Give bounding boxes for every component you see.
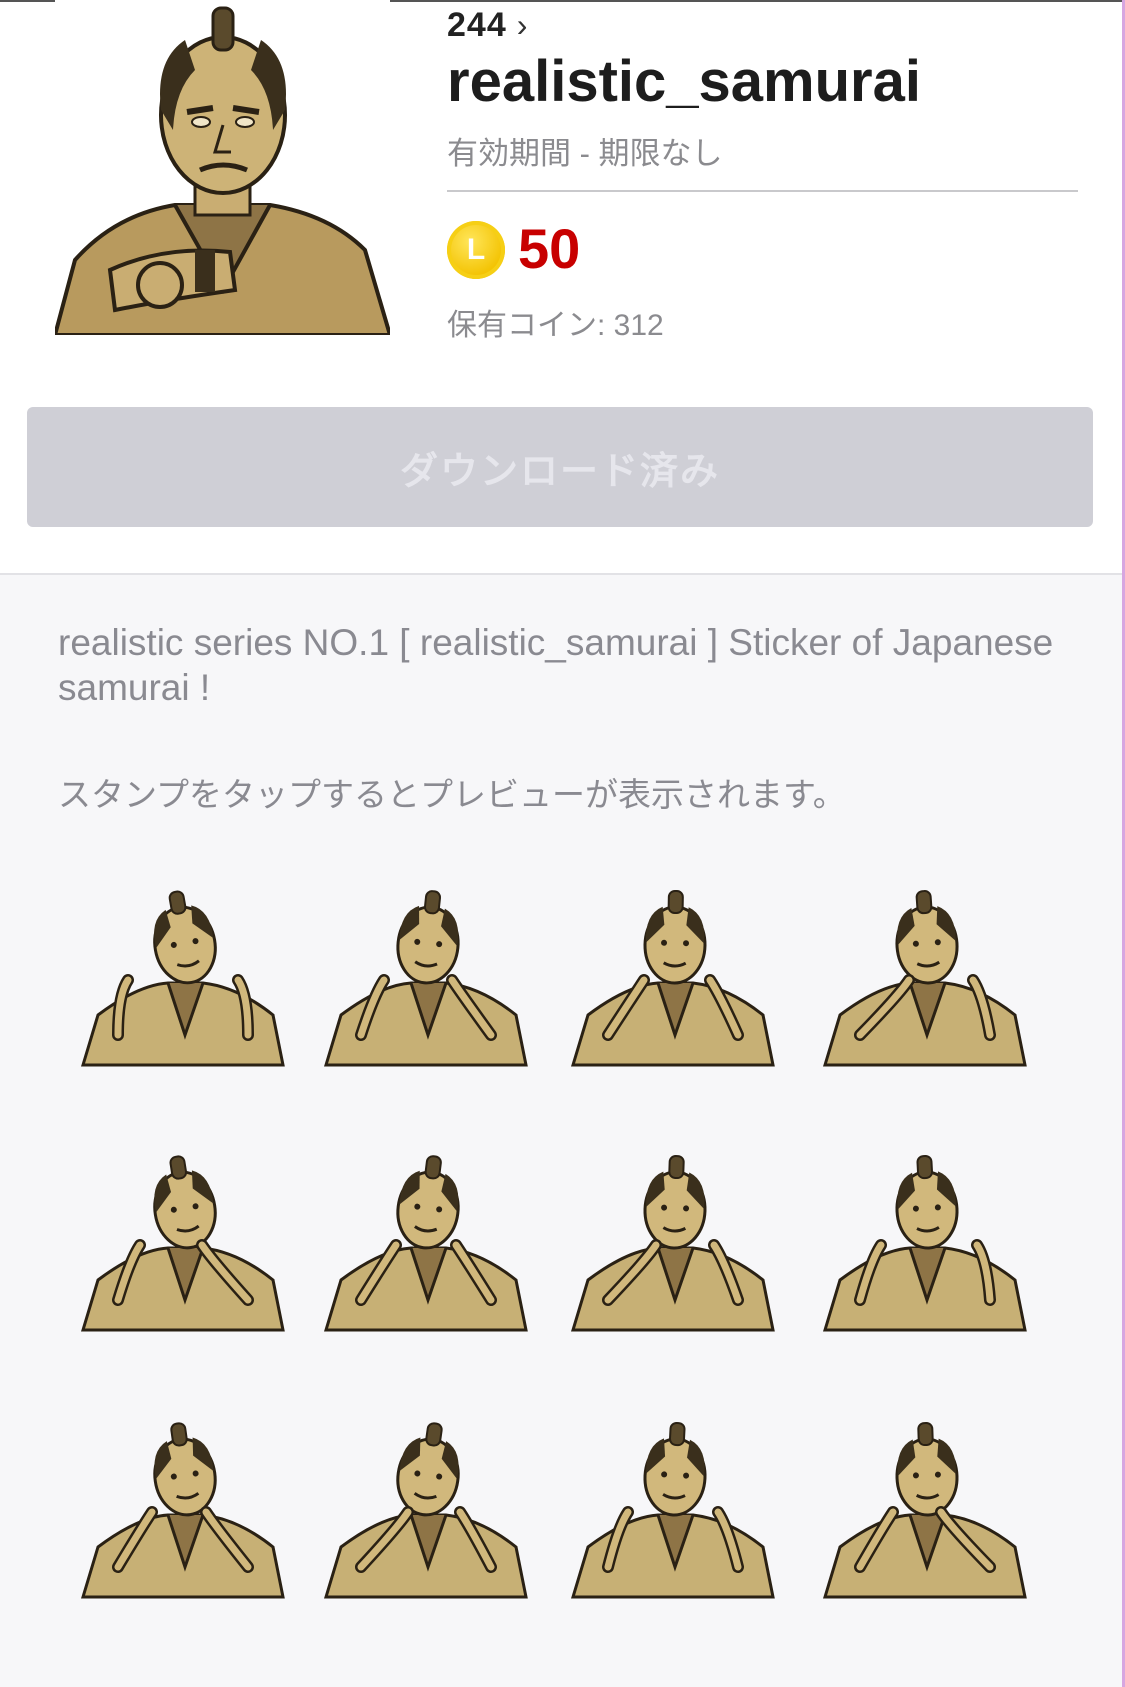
sticker-phone-shock[interactable] [820,1417,1030,1602]
sticker-hands-up-stop[interactable] [568,1150,778,1335]
price: 50 [518,217,581,280]
owned-coins: 保有コイン: 312 [447,309,664,342]
sticker-fists-ready[interactable] [78,1150,288,1335]
sticker-shrug[interactable] [820,1150,1030,1335]
sticker-sword-grimace[interactable] [568,1417,778,1602]
sticker-hands-up-surprised[interactable] [321,1417,531,1602]
sticker-holding-sword[interactable] [820,885,1030,1070]
preview-hint: スタンプをタップするとプレビューが表示されます。 [58,776,846,813]
line-coin-icon: L [447,221,505,279]
validity-period: 有効期間 - 期限なし [447,136,723,171]
download-button[interactable]: ダウンロード済み [27,407,1093,527]
sticker-count[interactable]: 244 › [447,6,528,45]
sticker-arms-crossed-glare[interactable] [78,885,288,1070]
package-title: realistic_samurai [447,49,921,114]
header-divider [447,190,1078,192]
chevron-right-icon: › [516,7,529,43]
package-thumbnail [55,0,390,335]
sticker-crossed-arms-no[interactable] [78,1417,288,1602]
coin-letter: L [466,233,486,266]
sticker-count-value: 244 [447,6,507,44]
sticker-gesturing-smile[interactable] [321,885,531,1070]
sticker-pointing-laugh[interactable] [321,1150,531,1335]
sticker-scratching-head[interactable] [568,885,778,1070]
package-description: realistic series NO.1 [ realistic_samura… [58,622,1054,708]
